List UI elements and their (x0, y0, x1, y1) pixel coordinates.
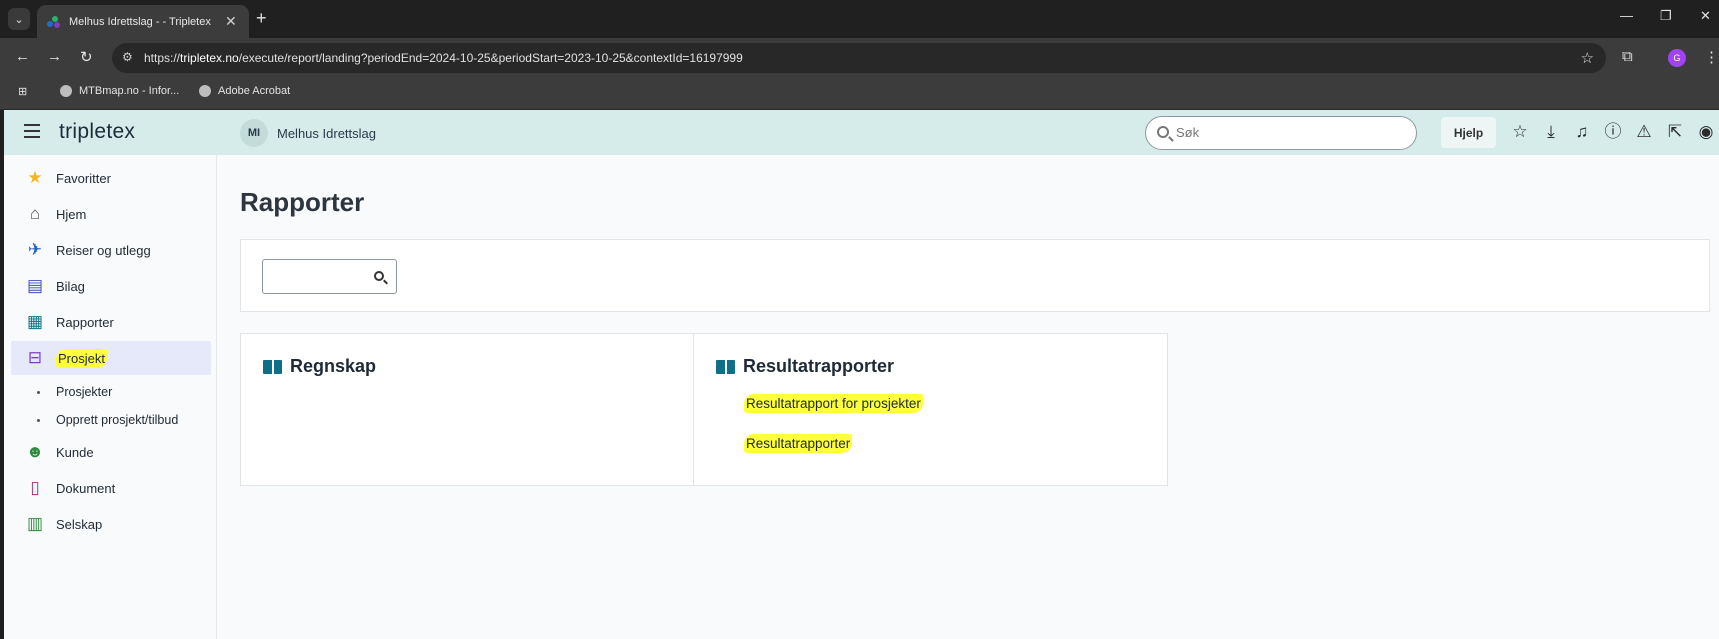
bookmark-mtbmap[interactable]: MTBmap.no - Infor... (60, 85, 179, 97)
sidebar-item-bilag[interactable]: ▤ Bilag (11, 269, 211, 303)
favorite-star-icon[interactable]: ☆ (1509, 121, 1531, 143)
apps-grid-icon[interactable]: ⊞ (18, 85, 27, 98)
report-filter-card (240, 239, 1710, 312)
sidebar-item-dokument[interactable]: ▯ Dokument (11, 471, 211, 505)
report-search-input[interactable] (262, 259, 397, 294)
sidebar-item-kunde[interactable]: ☻ Kunde (11, 435, 211, 469)
sidebar-item-rapporter[interactable]: ▦ Rapporter (11, 305, 211, 339)
sidebar-item-hjem[interactable]: ⌂ Hjem (11, 197, 211, 231)
dashboard-icon: ▦ (26, 312, 44, 331)
sidebar-item-prosjekt[interactable]: ⊟ Prosjekt (11, 341, 211, 375)
profile-avatar[interactable]: G (1668, 49, 1686, 67)
forward-icon[interactable]: → (47, 48, 62, 65)
address-bar[interactable]: ⚙ https://tripletex.no/execute/report/la… (112, 43, 1606, 73)
url-text: https://tripletex.no/execute/report/land… (144, 51, 743, 65)
global-search[interactable] (1145, 116, 1417, 150)
site-settings-icon[interactable]: ⚙ (122, 50, 133, 64)
company-avatar[interactable]: MI (240, 119, 268, 147)
sidebar-item-reiser-og-utlegg[interactable]: ✈ Reiser og utlegg (11, 233, 211, 267)
card-resultatrapporter: Resultatrapporter Resultatrapport for pr… (693, 333, 1168, 486)
sidebar-item-favoritter[interactable]: ★ Favoritter (11, 161, 211, 195)
tab-title: Melhus Idrettslag - - Tripletex (69, 15, 211, 28)
star-icon: ★ (27, 168, 43, 187)
warning-icon[interactable]: ⚠ (1633, 121, 1655, 143)
new-tab-button[interactable]: + (256, 8, 267, 28)
sidebar-item-selskap[interactable]: ▥ Selskap (11, 507, 211, 541)
bookmark-star-icon[interactable]: ☆ (1581, 49, 1594, 67)
search-icon (374, 271, 384, 281)
card-title: Resultatrapporter (743, 356, 895, 376)
notification-bell-icon[interactable]: ♫ (1571, 121, 1593, 143)
company-name[interactable]: Melhus Idrettslag (277, 126, 376, 141)
globe-icon (199, 85, 211, 97)
book-icon (263, 358, 283, 375)
browser-tab[interactable]: Melhus Idrettslag - - Tripletex ✕ (37, 5, 249, 38)
card-regnskap: Regnskap (240, 333, 715, 486)
minimize-icon[interactable]: — (1620, 8, 1633, 23)
search-input[interactable] (1176, 125, 1396, 140)
link-resultatrapport-for-prosjekter[interactable]: Resultatrapport for prosjekter (744, 394, 923, 413)
tripletex-logo[interactable]: tripletex (59, 120, 135, 144)
restore-icon[interactable]: ❐ (1660, 8, 1672, 24)
extensions-icon[interactable]: ⧉ (1622, 48, 1633, 65)
hamburger-menu-icon[interactable] (24, 124, 40, 142)
book-icon (716, 358, 736, 375)
app-header: tripletex MI Melhus Idrettslag Hjelp ☆ ⤓… (4, 110, 1719, 155)
search-icon (1157, 126, 1169, 138)
reload-icon[interactable]: ↻ (80, 48, 93, 66)
document-list-icon: ▤ (26, 276, 44, 295)
browser-tab-bar: ⌄ Melhus Idrettslag - - Tripletex ✕ + — … (0, 0, 1719, 38)
globe-icon (60, 85, 72, 97)
file-icon: ▯ (30, 478, 40, 497)
tripletex-app: tripletex MI Melhus Idrettslag Hjelp ☆ ⤓… (4, 110, 1719, 639)
sidebar-subitem-opprett-prosjekt[interactable]: Opprett prosjekt/tilbud (37, 409, 178, 431)
external-link-icon[interactable]: ⇱ (1664, 121, 1686, 143)
building-icon: ▥ (26, 514, 44, 533)
sidebar: ★ Favoritter ⌂ Hjem ✈ Reiser og utlegg ▤… (4, 155, 217, 639)
briefcase-icon: ⊟ (27, 348, 43, 367)
browser-menu-icon[interactable]: ⋮ (1704, 48, 1719, 66)
tripletex-favicon-icon (47, 15, 61, 29)
tab-close-icon[interactable]: ✕ (225, 13, 237, 30)
bookmark-adobe-acrobat[interactable]: Adobe Acrobat (199, 85, 290, 97)
user-account-icon[interactable]: ◉ (1695, 121, 1717, 143)
close-window-icon[interactable]: ✕ (1700, 8, 1711, 24)
bookmarks-bar: ⊞ MTBmap.no - Infor... Adobe Acrobat (0, 78, 1719, 110)
browser-toolbar: ← → ↻ ⚙ https://tripletex.no/execute/rep… (0, 38, 1719, 78)
tab-search-chevron-icon[interactable]: ⌄ (8, 8, 30, 30)
main-content: Rapporter Regnskap Resultatrapporter Res… (218, 155, 1719, 639)
card-title: Regnskap (290, 356, 377, 376)
info-alert-icon[interactable]: ⓘ (1602, 121, 1624, 143)
plane-icon: ✈ (27, 240, 43, 259)
people-icon: ☻ (26, 442, 44, 461)
help-button[interactable]: Hjelp (1441, 117, 1496, 148)
download-icon[interactable]: ⤓ (1540, 121, 1562, 143)
page-title: Rapporter (240, 187, 365, 217)
back-icon[interactable]: ← (15, 48, 30, 65)
sidebar-subitem-prosjekter[interactable]: Prosjekter (37, 381, 112, 403)
home-icon: ⌂ (29, 204, 41, 223)
link-resultatrapporter[interactable]: Resultatrapporter (744, 434, 853, 453)
